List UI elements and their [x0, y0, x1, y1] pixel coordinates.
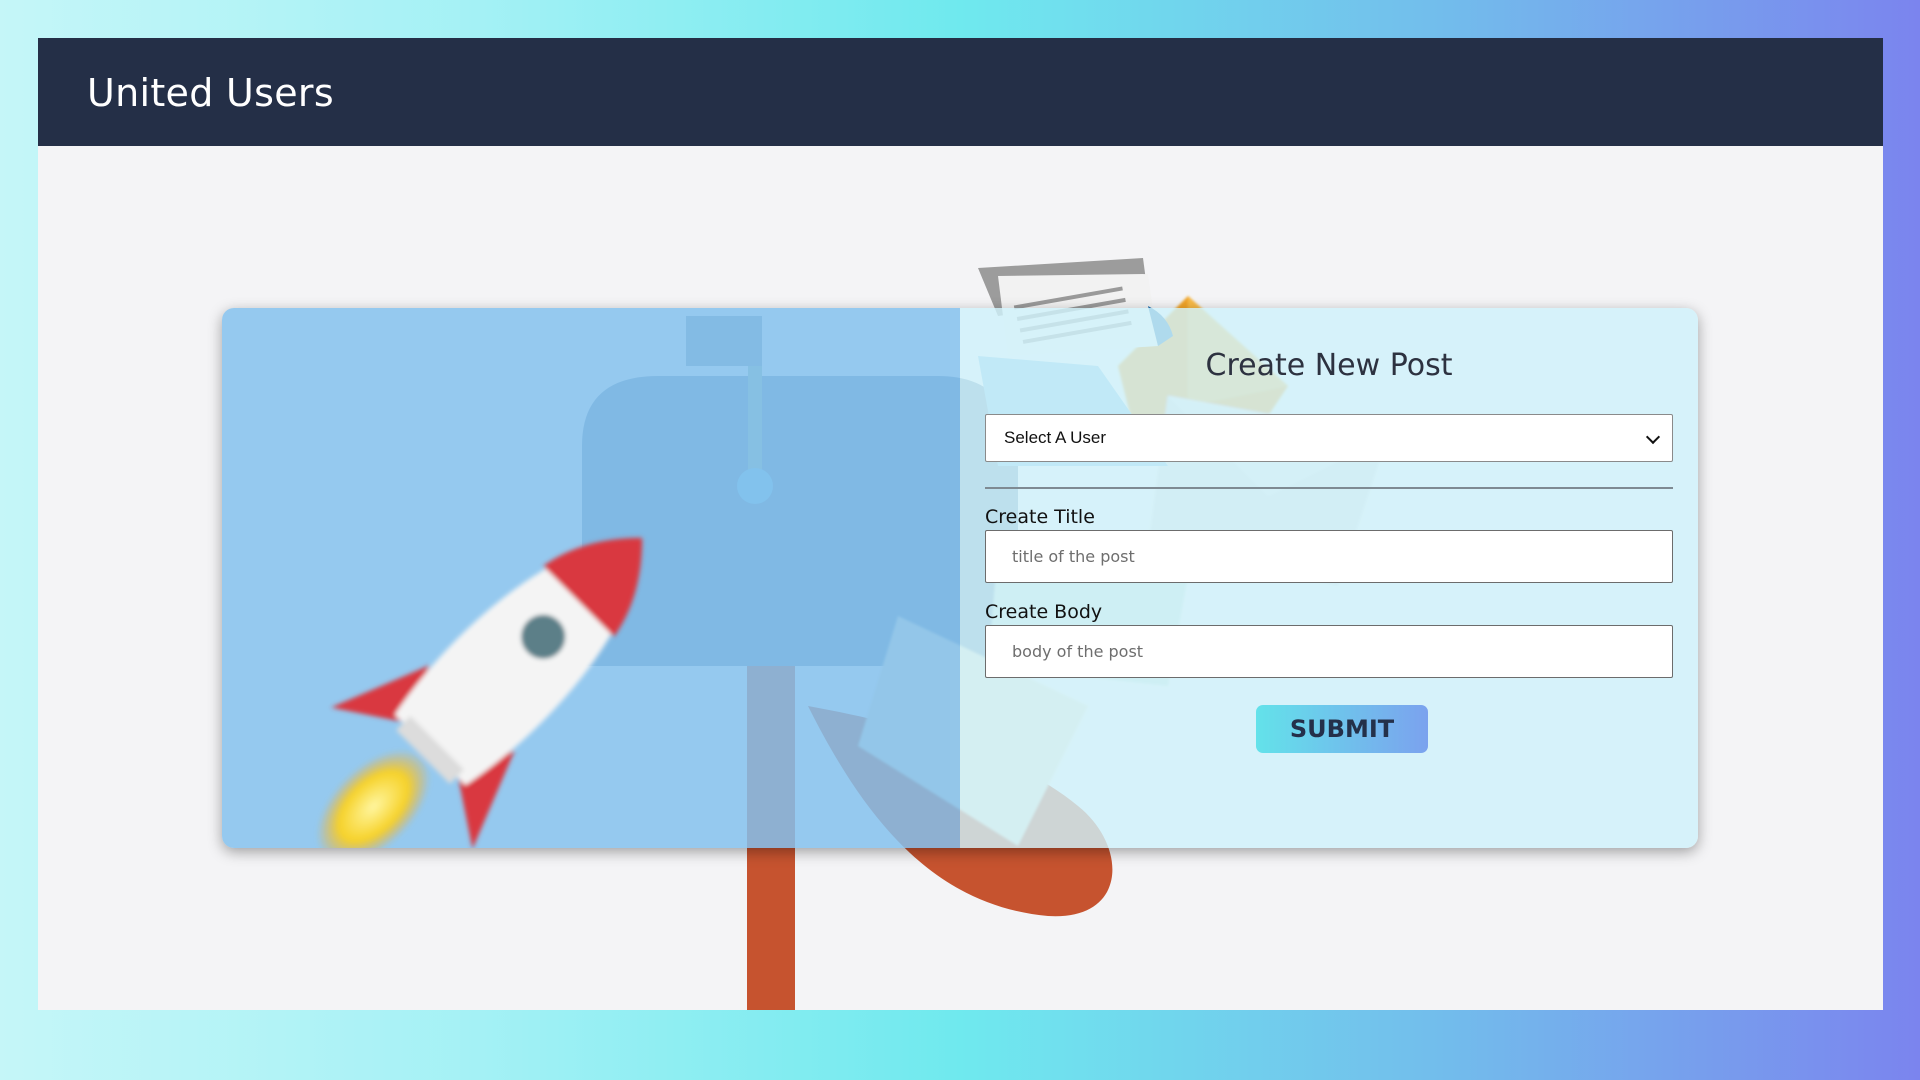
submit-button[interactable]: SUBMIT	[1256, 705, 1428, 753]
app-window: United Users Create New Post Select A Us…	[38, 38, 1883, 1010]
title-label: Create Title	[985, 506, 1095, 528]
form-divider	[985, 487, 1673, 489]
rocket-illustration	[316, 537, 643, 848]
chevron-down-icon	[1645, 429, 1661, 445]
navbar: United Users	[38, 38, 1883, 146]
user-select-value: Select A User	[1004, 428, 1107, 447]
title-input[interactable]	[985, 530, 1673, 583]
body-label: Create Body	[985, 601, 1103, 623]
body-input[interactable]	[985, 625, 1673, 678]
brand-title[interactable]: United Users	[87, 71, 334, 115]
create-post-form: Create New Post Select A User Create Tit…	[960, 308, 1698, 848]
card-illustration-panel	[222, 308, 960, 848]
user-select[interactable]: Select A User	[985, 414, 1673, 462]
create-post-card: Create New Post Select A User Create Tit…	[222, 308, 1698, 848]
form-title: Create New Post	[1205, 348, 1453, 383]
